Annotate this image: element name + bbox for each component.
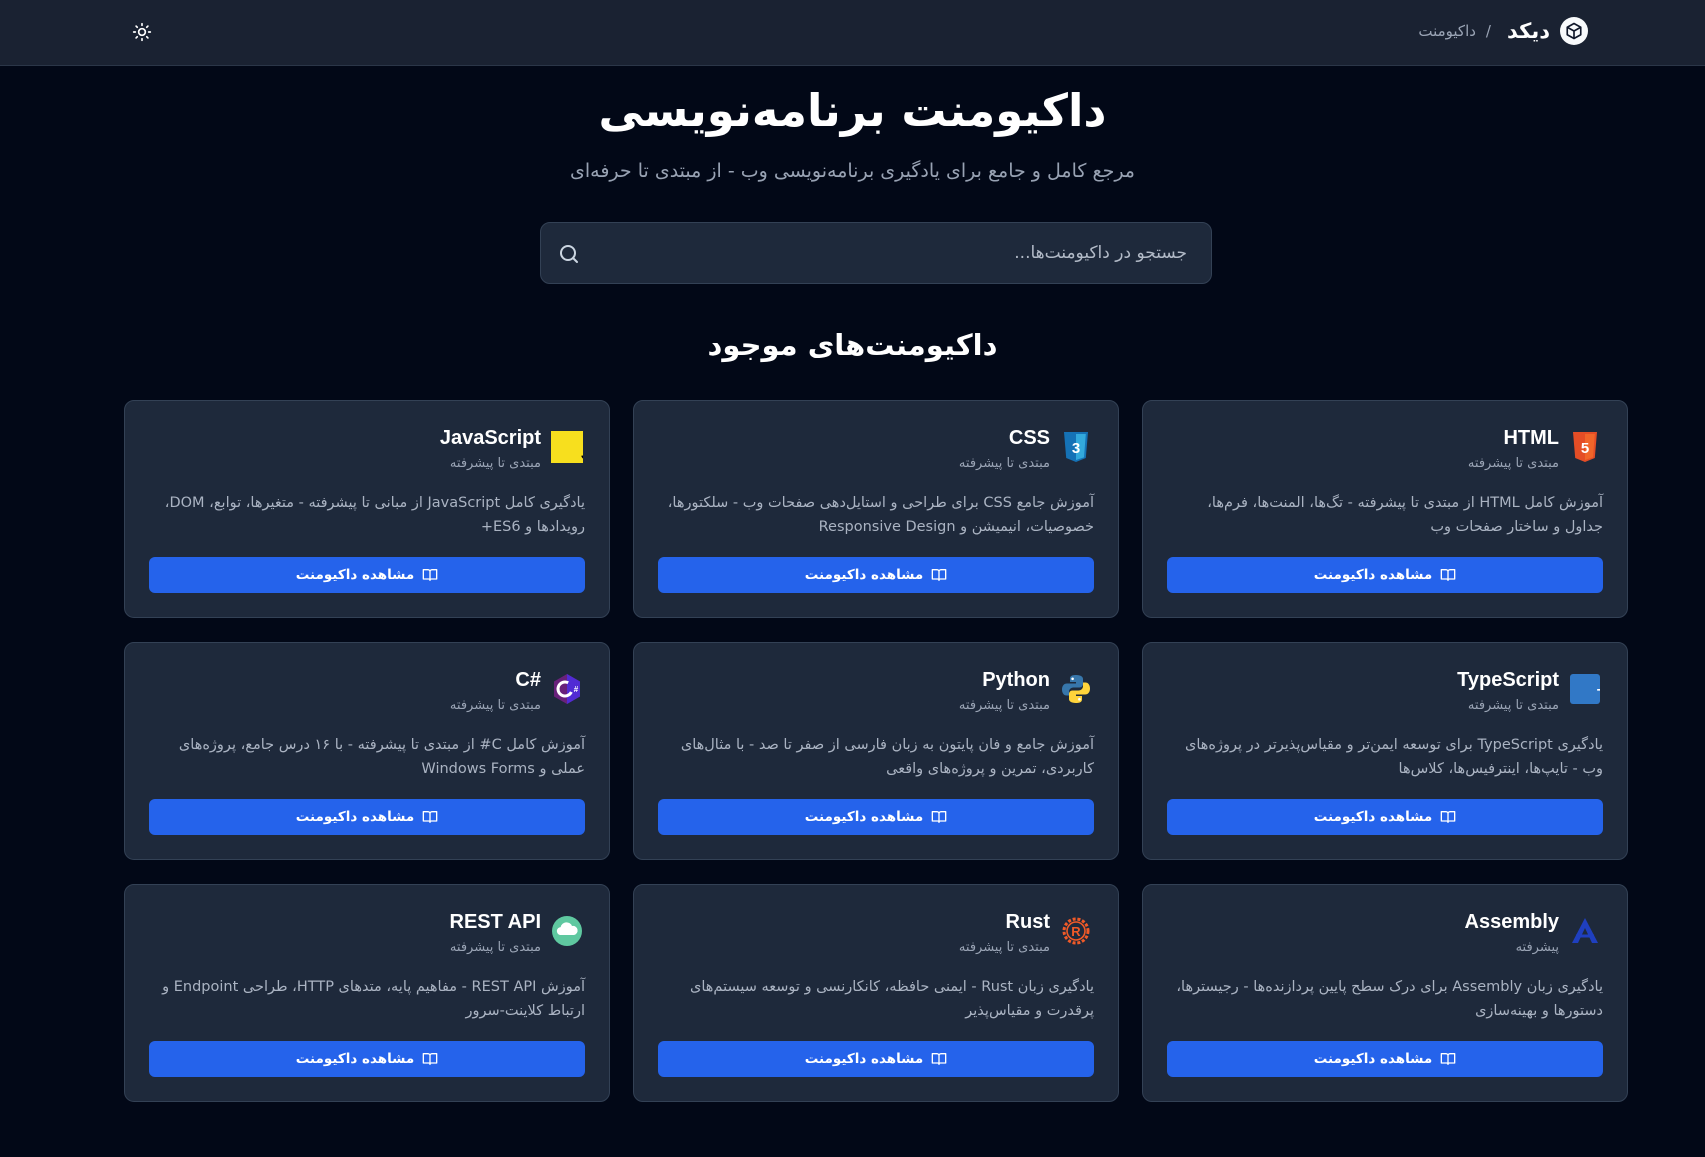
doc-card-description: یادگیری زبان Assembly برای درک سطح پایین… bbox=[1176, 979, 1603, 1019]
docs-grid: 5 HTML مبتدی تا پیشرفته آموزش کامل HTML … bbox=[124, 400, 1628, 1102]
doc-card-rust: R Rust مبتدی تا پیشرفته یادگیری زبان Rus… bbox=[633, 884, 1119, 1102]
doc-card-title: REST API bbox=[449, 911, 542, 933]
view-doc-button-html[interactable]: مشاهده داکیومنت bbox=[1167, 557, 1603, 593]
doc-card-description: آموزش جامع CSS برای طراحی و استایل‌دهی ص… bbox=[667, 495, 1094, 535]
doc-card-description: آموزش REST API - مفاهیم پایه، متدهای HTT… bbox=[162, 979, 585, 1019]
doc-card-level: مبتدی تا پیشرفته bbox=[958, 456, 1050, 471]
doc-card-title: HTML bbox=[1503, 427, 1559, 449]
section-title: داکیومنت‌های موجود bbox=[707, 328, 998, 362]
theme-toggle-button[interactable] bbox=[126, 16, 158, 48]
book-open-icon bbox=[931, 569, 947, 581]
book-open-icon bbox=[1440, 1053, 1456, 1065]
view-doc-label: مشاهده داکیومنت bbox=[804, 1051, 924, 1067]
doc-card-python: Python مبتدی تا پیشرفته آموزش جامع و فان… bbox=[633, 642, 1119, 860]
view-doc-button-css[interactable]: مشاهده داکیومنت bbox=[658, 557, 1094, 593]
svg-text:TS: TS bbox=[1597, 686, 1600, 703]
view-doc-label: مشاهده داکیومنت bbox=[295, 809, 415, 825]
search-box bbox=[540, 222, 1212, 284]
view-doc-label: مشاهده داکیومنت bbox=[1313, 1051, 1433, 1067]
doc-card-level: مبتدی تا پیشرفته bbox=[449, 940, 541, 955]
doc-card-level: مبتدی تا پیشرفته bbox=[449, 456, 541, 471]
svg-text:R: R bbox=[1071, 924, 1081, 939]
css3-icon: 3 bbox=[1060, 431, 1092, 463]
doc-card-csharp: # C# مبتدی تا پیشرفته آموزش کامل C# از م… bbox=[124, 642, 610, 860]
view-doc-button-javascript[interactable]: مشاهده داکیومنت bbox=[149, 557, 585, 593]
book-open-icon bbox=[1440, 811, 1456, 823]
doc-card-level: مبتدی تا پیشرفته bbox=[1467, 698, 1559, 713]
doc-card-title: JavaScript bbox=[439, 427, 541, 449]
view-doc-label: مشاهده داکیومنت bbox=[804, 809, 924, 825]
svg-text:5: 5 bbox=[1581, 440, 1589, 457]
search-icon[interactable] bbox=[557, 242, 581, 266]
doc-card-description: یادگیری زبان Rust - ایمنی حافظه، کانکارن… bbox=[690, 979, 1094, 1019]
breadcrumb-separator: / bbox=[1485, 22, 1491, 40]
doc-card-description: یادگیری کامل JavaScript از مبانی تا پیشر… bbox=[164, 495, 585, 535]
view-doc-label: مشاهده داکیومنت bbox=[295, 567, 415, 583]
doc-card-title: CSS bbox=[1008, 427, 1050, 449]
view-doc-button-rest-api[interactable]: مشاهده داکیومنت bbox=[149, 1041, 585, 1077]
book-open-icon bbox=[422, 1053, 438, 1065]
doc-card-description: آموزش کامل C# از مبتدی تا پیشرفته - با ۱… bbox=[178, 737, 585, 777]
csharp-icon: # bbox=[551, 673, 583, 705]
book-open-icon bbox=[931, 1053, 947, 1065]
svg-text:3: 3 bbox=[1072, 440, 1080, 457]
doc-card-description: یادگیری TypeScript برای توسعه ایمن‌تر و … bbox=[1184, 737, 1603, 777]
doc-card-level: مبتدی تا پیشرفته bbox=[449, 698, 541, 713]
doc-card-typescript: TS TypeScript مبتدی تا پیشرفته یادگیری T… bbox=[1142, 642, 1628, 860]
brand[interactable]: دیکد / داکیومنت bbox=[1418, 14, 1588, 48]
book-open-icon bbox=[422, 569, 438, 581]
doc-card-assembly: Assembly پیشرفته یادگیری زبان Assembly ب… bbox=[1142, 884, 1628, 1102]
html5-icon: 5 bbox=[1569, 431, 1601, 463]
doc-card-level: پیشرفته bbox=[1515, 940, 1559, 955]
doc-card-css: 3 CSS مبتدی تا پیشرفته آموزش جامع CSS بر… bbox=[633, 400, 1119, 618]
assembly-icon bbox=[1569, 915, 1601, 947]
search-input[interactable] bbox=[607, 223, 1187, 283]
view-doc-button-typescript[interactable]: مشاهده داکیومنت bbox=[1167, 799, 1603, 835]
doc-card-title: Python bbox=[982, 669, 1050, 691]
doc-card-javascript: JS JavaScript مبتدی تا پیشرفته یادگیری ک… bbox=[124, 400, 610, 618]
view-doc-label: مشاهده داکیومنت bbox=[1313, 809, 1433, 825]
view-doc-label: مشاهده داکیومنت bbox=[804, 567, 924, 583]
doc-card-description: آموزش جامع و فان پایتون به زبان فارسی از… bbox=[680, 737, 1094, 777]
python-icon bbox=[1060, 673, 1092, 705]
view-doc-button-csharp[interactable]: مشاهده داکیومنت bbox=[149, 799, 585, 835]
view-doc-label: مشاهده داکیومنت bbox=[295, 1051, 415, 1067]
brand-name[interactable]: دیکد bbox=[1507, 19, 1550, 43]
cube-icon bbox=[1560, 17, 1588, 45]
doc-card-level: مبتدی تا پیشرفته bbox=[1467, 456, 1559, 471]
doc-card-description: آموزش کامل HTML از مبتدی تا پیشرفته - تگ… bbox=[1207, 495, 1603, 535]
doc-card-title: Assembly bbox=[1464, 911, 1560, 933]
javascript-icon: JS bbox=[551, 431, 583, 463]
book-open-icon bbox=[422, 811, 438, 823]
rest-api-icon bbox=[551, 915, 583, 947]
doc-card-title: C# bbox=[515, 669, 541, 691]
doc-card-level: مبتدی تا پیشرفته bbox=[958, 940, 1050, 955]
svg-text:#: # bbox=[574, 685, 579, 694]
view-doc-label: مشاهده داکیومنت bbox=[1313, 567, 1433, 583]
book-open-icon bbox=[1440, 569, 1456, 581]
view-doc-button-python[interactable]: مشاهده داکیومنت bbox=[658, 799, 1094, 835]
doc-card-html: 5 HTML مبتدی تا پیشرفته آموزش کامل HTML … bbox=[1142, 400, 1628, 618]
doc-card-title: TypeScript bbox=[1457, 669, 1559, 691]
typescript-icon: TS bbox=[1569, 673, 1601, 705]
doc-card-title: Rust bbox=[1005, 911, 1050, 933]
top-navbar: دیکد / داکیومنت bbox=[0, 0, 1705, 66]
svg-text:JS: JS bbox=[581, 444, 583, 463]
page-subtitle: مرجع کامل و جامع برای یادگیری برنامه‌نوی… bbox=[570, 160, 1135, 182]
sun-icon bbox=[132, 22, 152, 42]
doc-card-level: مبتدی تا پیشرفته bbox=[958, 698, 1050, 713]
view-doc-button-assembly[interactable]: مشاهده داکیومنت bbox=[1167, 1041, 1603, 1077]
page-title: داکیومنت برنامه‌نویسی bbox=[598, 84, 1107, 137]
doc-card-rest-api: REST API مبتدی تا پیشرفته آموزش REST API… bbox=[124, 884, 610, 1102]
view-doc-button-rust[interactable]: مشاهده داکیومنت bbox=[658, 1041, 1094, 1077]
breadcrumb-current[interactable]: داکیومنت bbox=[1418, 22, 1476, 40]
rust-icon: R bbox=[1060, 915, 1092, 947]
book-open-icon bbox=[931, 811, 947, 823]
